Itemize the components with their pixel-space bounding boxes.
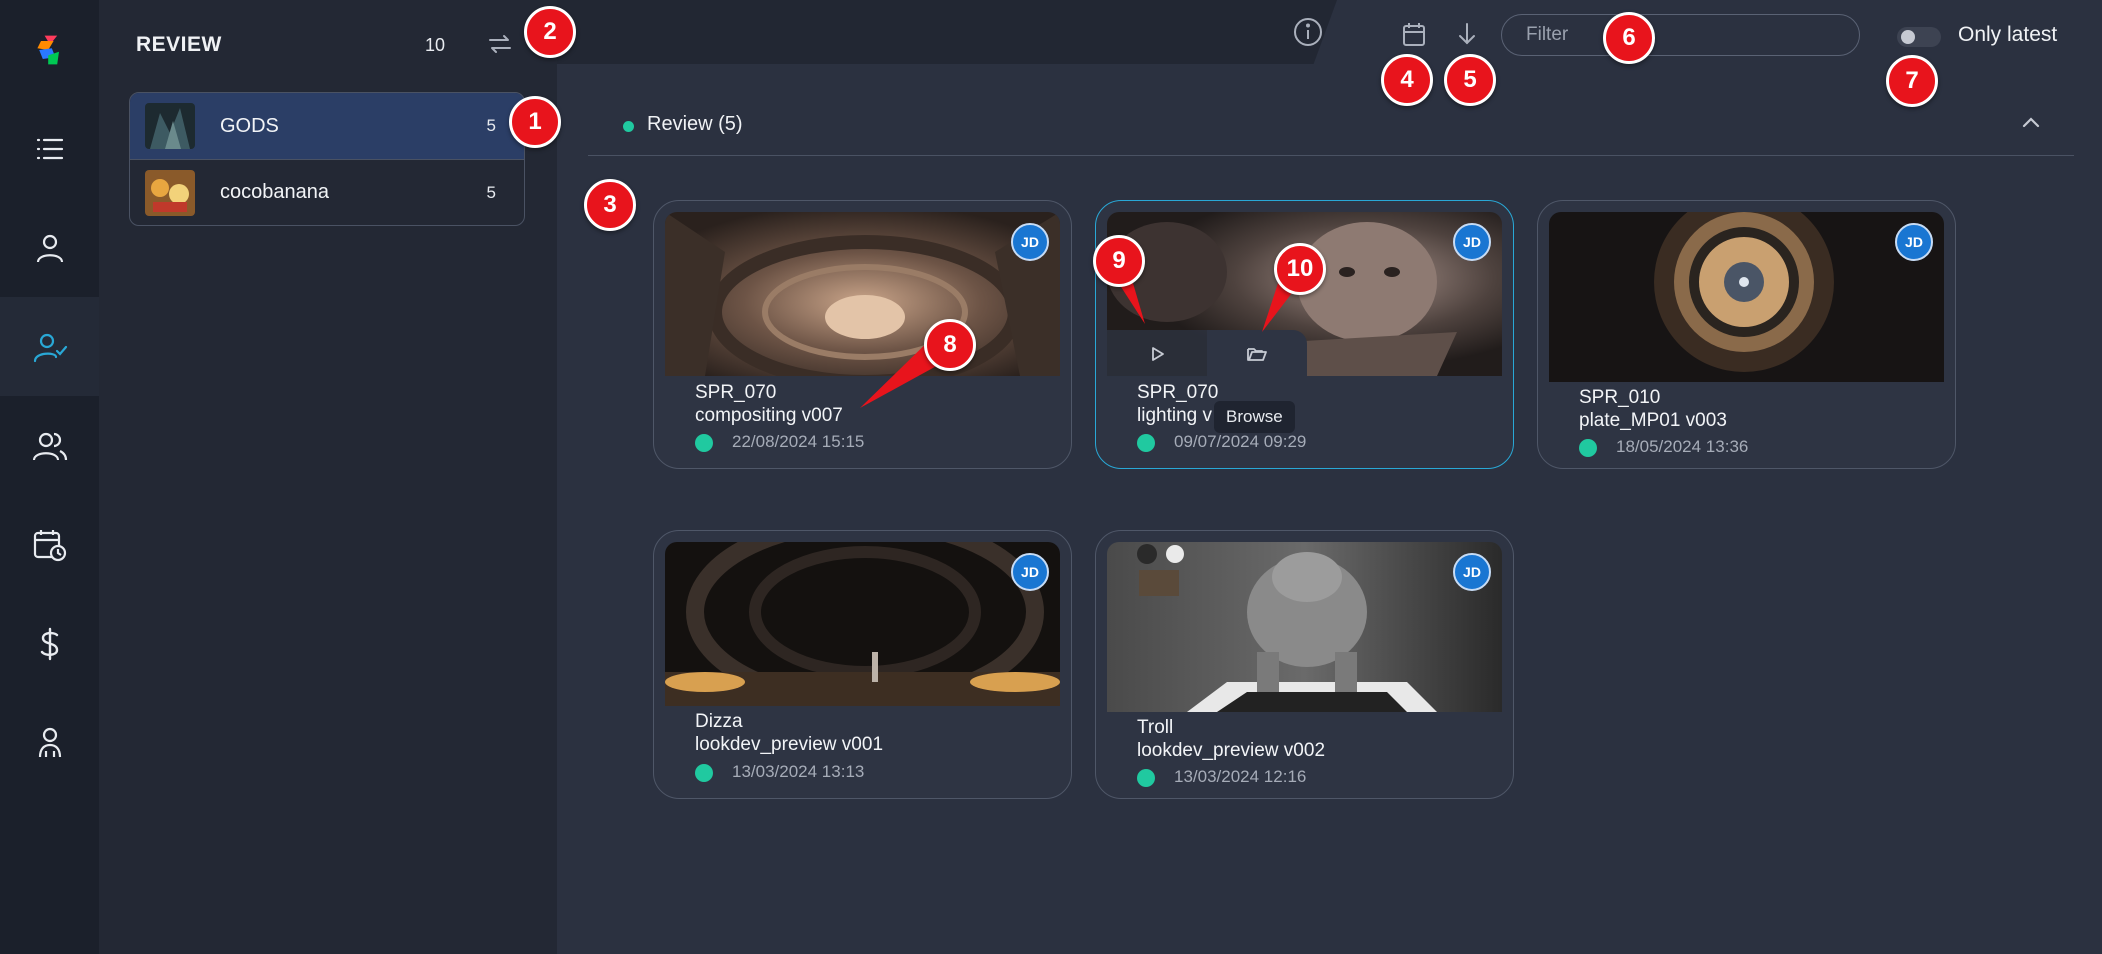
card-action-bar [1107, 330, 1307, 377]
app-logo[interactable] [0, 0, 99, 99]
users-icon [32, 432, 67, 460]
nav-rail [0, 0, 99, 954]
card-date: 13/03/2024 12:16 [1174, 767, 1307, 786]
project-count: 5 [486, 182, 496, 202]
callout-badge: 6 [1603, 12, 1655, 64]
section-title: Review (5) [647, 113, 743, 135]
project-count: 5 [486, 116, 496, 135]
only-latest-label: Only latest [1958, 23, 2058, 46]
assignee-avatar: JD [1895, 223, 1933, 261]
project-item-cocobanana[interactable]: cocobanana 5 [130, 159, 524, 225]
callout-badge: 8 [924, 319, 976, 371]
version-card[interactable]: JD Dizza lookdev_preview v001 13/03/2024… [653, 530, 1072, 799]
user-icon [36, 234, 63, 262]
browse-tooltip: Browse [1214, 401, 1295, 433]
project-panel: REVIEW 10 GODS 5 cocobanana 5 [99, 0, 557, 954]
sort-direction-icon[interactable] [1453, 20, 1481, 48]
callout-badge: 1 [509, 96, 561, 148]
version-thumbnail [1107, 542, 1502, 712]
card-date: 18/05/2024 13:36 [1616, 437, 1749, 456]
filter-input[interactable] [1501, 14, 1860, 56]
assignee-avatar: JD [1453, 223, 1491, 261]
nav-review[interactable] [0, 297, 99, 396]
version-thumbnail [665, 542, 1060, 706]
card-version-name: lookdev_preview v001 [695, 734, 884, 755]
version-card[interactable]: JD SPR_070 compositing v007 22/08/2024 1… [653, 200, 1072, 469]
nav-people[interactable] [0, 693, 99, 792]
card-date: 22/08/2024 15:15 [732, 432, 865, 451]
version-card[interactable]: JD SPR_010 plate_MP01 v003 18/05/2024 13… [1537, 200, 1956, 469]
project-list: GODS 5 cocobanana 5 [129, 92, 525, 226]
project-item-gods[interactable]: GODS 5 [130, 93, 524, 159]
toggle-knob [1901, 30, 1915, 44]
sync-icon [489, 35, 511, 53]
callout-badge: 9 [1093, 235, 1145, 287]
calendar-sort-icon[interactable] [1400, 20, 1428, 48]
project-thumbnail [145, 103, 195, 149]
user-check-icon [33, 333, 67, 362]
calendar-clock-icon [33, 529, 66, 561]
callout-badge: 7 [1886, 55, 1938, 107]
status-dot [1137, 769, 1155, 787]
nav-schedule[interactable] [0, 495, 99, 594]
project-name: GODS [220, 114, 279, 137]
top-bar [557, 0, 1337, 64]
browse-button[interactable] [1207, 330, 1307, 377]
folder-open-icon [1247, 347, 1267, 361]
chevron-up-icon[interactable] [2016, 108, 2046, 138]
dollar-icon [40, 627, 58, 660]
card-entity-name: SPR_070 [695, 382, 777, 403]
card-date: 13/03/2024 13:13 [732, 762, 865, 781]
nav-list[interactable] [0, 99, 99, 198]
card-version-name: compositing v007 [695, 405, 843, 426]
version-card[interactable]: JD Troll lookdev_preview v002 13/03/2024… [1095, 530, 1514, 799]
project-thumbnail [145, 170, 195, 216]
section-status-dot [623, 121, 634, 132]
version-thumbnail [1549, 212, 1944, 382]
assignee-avatar: JD [1453, 553, 1491, 591]
callout-badge: 5 [1444, 54, 1496, 106]
assignee-avatar: JD [1011, 553, 1049, 591]
status-dot [1579, 439, 1597, 457]
play-icon [1152, 346, 1164, 361]
card-entity-name: Dizza [695, 711, 743, 732]
card-entity-name: Troll [1137, 717, 1174, 738]
play-button[interactable] [1107, 330, 1207, 377]
review-section-header[interactable]: Review (5) [588, 104, 2074, 156]
nav-budget[interactable] [0, 594, 99, 693]
logo-icon [36, 35, 59, 64]
panel-count: 10 [425, 35, 446, 55]
nav-team[interactable] [0, 396, 99, 495]
sync-button[interactable] [484, 28, 516, 60]
card-entity-name: SPR_010 [1579, 387, 1661, 408]
panel-title: REVIEW [136, 33, 222, 56]
callout-badge: 10 [1274, 243, 1326, 295]
status-dot [695, 764, 713, 782]
people-icon [38, 727, 61, 757]
list-icon [36, 138, 63, 159]
project-name: cocobanana [220, 181, 329, 203]
card-entity-name: SPR_070 [1137, 382, 1219, 403]
only-latest-toggle[interactable] [1897, 27, 1941, 47]
nav-user[interactable] [0, 198, 99, 297]
card-date: 09/07/2024 09:29 [1174, 432, 1307, 451]
status-dot [1137, 434, 1155, 452]
card-version-name: lookdev_preview v002 [1137, 740, 1326, 761]
card-version-name: lighting v [1137, 405, 1212, 426]
status-dot [695, 434, 713, 452]
callout-badge: 4 [1381, 54, 1433, 106]
callout-badge: 2 [524, 6, 576, 58]
callout-badge: 3 [584, 179, 636, 231]
card-version-name: plate_MP01 v003 [1579, 410, 1727, 431]
version-card[interactable]: JD SPR_070 lighting v 09/07/2024 09:29 B… [1095, 200, 1514, 469]
info-icon[interactable] [1292, 16, 1324, 48]
assignee-avatar: JD [1011, 223, 1049, 261]
version-thumbnail [665, 212, 1060, 376]
